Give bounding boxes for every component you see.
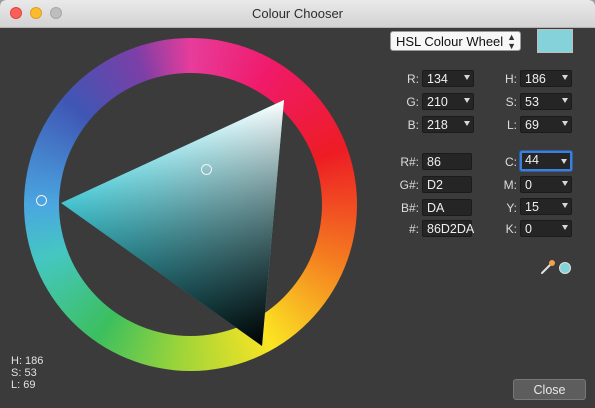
blue-label: B: xyxy=(407,118,419,132)
wheel-hsl-readout: H: 186 S: 53 L: 69 xyxy=(11,355,43,391)
chevron-down-icon[interactable] xyxy=(464,98,470,103)
hex-field[interactable]: 86D2DA xyxy=(422,220,475,237)
chevron-down-icon[interactable] xyxy=(562,181,568,186)
blue-hex-value: DA xyxy=(427,201,445,215)
colour-chooser-window: Colour Chooser H: 186 S: 53 L: 69 HSL Co… xyxy=(0,0,595,408)
lightness-field[interactable]: 69 xyxy=(520,116,572,133)
cyan-label: C: xyxy=(505,155,517,169)
lightness-value: 69 xyxy=(525,118,539,132)
hue-label: H: xyxy=(505,72,517,86)
red-field[interactable]: 134 xyxy=(422,70,474,87)
green-hex-field[interactable]: D2 xyxy=(422,176,472,193)
colour-point-handle[interactable] xyxy=(201,164,212,175)
current-colour-swatch[interactable] xyxy=(537,29,573,53)
black-value: 0 xyxy=(525,222,532,236)
hex-label: #: xyxy=(408,222,419,236)
green-hex-label: G#: xyxy=(399,178,419,192)
magenta-field[interactable]: 0 xyxy=(520,176,572,193)
chevron-down-icon[interactable] xyxy=(562,203,568,208)
yellow-value: 15 xyxy=(525,200,539,214)
black-field[interactable]: 0 xyxy=(520,220,572,237)
chevron-down-icon[interactable] xyxy=(562,121,568,126)
close-button[interactable]: Close xyxy=(513,379,586,400)
chevron-down-icon[interactable] xyxy=(464,121,470,126)
saturation-value: 53 xyxy=(525,95,539,109)
hue-value: 186 xyxy=(525,72,546,86)
chevron-down-icon[interactable] xyxy=(561,159,567,164)
readout-lightness: L: 69 xyxy=(11,379,36,391)
saturation-label: S: xyxy=(505,95,517,109)
eyedropper-icon[interactable] xyxy=(540,259,556,275)
saturation-field[interactable]: 53 xyxy=(520,93,572,110)
blue-value: 218 xyxy=(427,118,448,132)
cyan-value: 44 xyxy=(525,153,539,167)
readout-saturation: S: 53 xyxy=(11,367,37,379)
hue-handle[interactable] xyxy=(36,195,47,206)
lightness-label: L: xyxy=(506,118,517,132)
colour-model-value: HSL Colour Wheel xyxy=(396,34,504,49)
green-hex-value: D2 xyxy=(427,178,443,192)
chevron-down-icon[interactable] xyxy=(562,225,568,230)
chevron-down-icon[interactable] xyxy=(464,75,470,80)
cyan-field[interactable]: 44 xyxy=(520,151,572,171)
green-value: 210 xyxy=(427,95,448,109)
colour-model-select[interactable]: HSL Colour Wheel ▲ ▼ xyxy=(390,31,521,51)
hue-field[interactable]: 186 xyxy=(520,70,572,87)
red-hex-field[interactable]: 86 xyxy=(422,153,472,170)
colour-preview-dot xyxy=(559,262,571,274)
yellow-field[interactable]: 15 xyxy=(520,198,572,215)
chevron-down-icon[interactable] xyxy=(562,98,568,103)
magenta-label: M: xyxy=(503,178,517,192)
black-label: K: xyxy=(505,222,517,236)
magenta-value: 0 xyxy=(525,178,532,192)
blue-hex-label: B#: xyxy=(400,201,419,215)
yellow-label: Y: xyxy=(506,201,517,215)
hex-value: 86D2DA xyxy=(427,222,475,236)
chevron-down-icon[interactable] xyxy=(562,75,568,80)
blue-field[interactable]: 218 xyxy=(422,116,474,133)
green-label: G: xyxy=(406,95,419,109)
updown-arrows-icon: ▲ ▼ xyxy=(507,32,516,51)
red-label: R: xyxy=(407,72,419,86)
blue-hex-field[interactable]: DA xyxy=(422,199,472,216)
red-hex-value: 86 xyxy=(427,155,441,169)
red-hex-label: R#: xyxy=(400,155,419,169)
red-value: 134 xyxy=(427,72,448,86)
green-field[interactable]: 210 xyxy=(422,93,474,110)
readout-hue: H: 186 xyxy=(11,355,44,367)
